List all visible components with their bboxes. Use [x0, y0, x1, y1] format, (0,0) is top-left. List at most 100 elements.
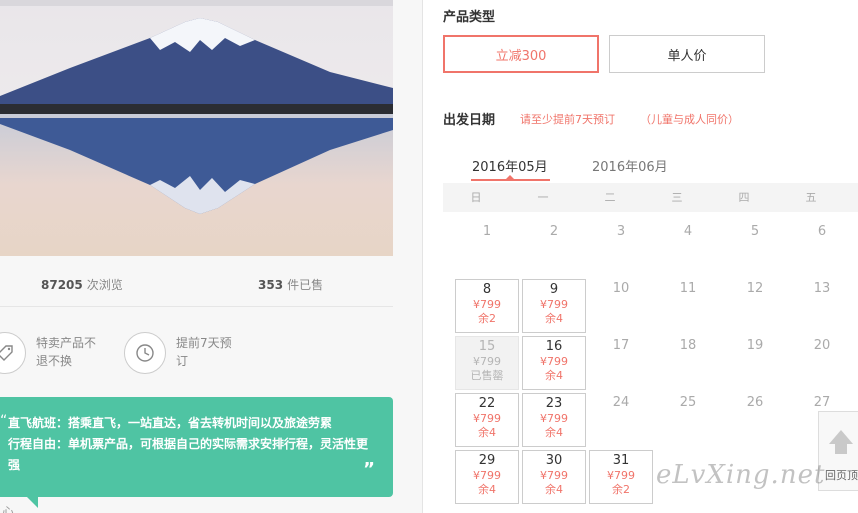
promo-below-text: 心: [2, 505, 15, 513]
close-quote-icon: ”: [363, 459, 375, 480]
active-month-caret-icon: [506, 175, 514, 179]
day-number: 25: [679, 395, 697, 410]
day-remaining: 余2: [478, 312, 496, 325]
weekday-label: 三: [671, 191, 683, 204]
views-stat: 87205 次浏览: [41, 278, 123, 292]
day-remaining: 已售罄: [470, 369, 504, 382]
divider: [0, 306, 393, 307]
day-price: ¥799: [473, 469, 501, 482]
calendar-day: 12: [723, 279, 787, 333]
day-price: ¥799: [540, 469, 568, 482]
tab-month-may[interactable]: 2016年05月: [472, 156, 548, 175]
day-number: 26: [746, 395, 764, 410]
day-remaining: 余4: [545, 426, 563, 439]
calendar-day: 25: [656, 393, 720, 447]
weekday-label: 日: [470, 191, 482, 204]
day-remaining: 余4: [478, 483, 496, 496]
type-option-single[interactable]: 单人价: [609, 35, 765, 73]
day-price: ¥799: [540, 412, 568, 425]
calendar-day: 11: [656, 279, 720, 333]
calendar-day: 19: [723, 336, 787, 390]
sold-stat: 353 件已售: [258, 278, 324, 292]
watermark: eLvXing.net: [656, 460, 826, 490]
day-number: 31: [612, 453, 630, 468]
day-number: 19: [746, 338, 764, 353]
promo-box: “ 直飞航班：搭乘直飞，一站直达，省去转机时间以及旅途劳累 行程自由：单机票产品…: [0, 397, 393, 497]
calendar-day-available[interactable]: 29 ¥799 余4: [455, 450, 519, 504]
day-number: 12: [746, 281, 764, 296]
type-option-discount[interactable]: 立减300: [443, 35, 599, 73]
booking-tip: 请至少提前7天预订: [520, 113, 615, 126]
tag-icon: [0, 332, 26, 374]
day-price: ¥799: [607, 469, 635, 482]
calendar-day: 2: [522, 222, 586, 276]
calendar-day-available[interactable]: 9 ¥799 余4: [522, 279, 586, 333]
calendar-day: 27: [790, 393, 854, 447]
promo-pointer: [26, 496, 38, 508]
calendar-day-available[interactable]: 8 ¥799 余2: [455, 279, 519, 333]
day-price: ¥799: [473, 298, 501, 311]
day-number: 30: [545, 453, 563, 468]
weekday-label: 四: [738, 191, 750, 204]
day-remaining: 余4: [478, 426, 496, 439]
day-number: 15: [478, 339, 496, 354]
day-number: 4: [683, 224, 693, 239]
product-stats: 87205 次浏览 353 件已售: [0, 270, 393, 296]
calendar-day-available[interactable]: 22 ¥799 余4: [455, 393, 519, 447]
calendar-day: 4: [656, 222, 720, 276]
day-number: 23: [545, 396, 563, 411]
promo-line-2: 行程自由：单机票产品，可根据自己的实际需求安排行程，灵活性更强: [8, 437, 369, 472]
day-number: 11: [679, 281, 697, 296]
calendar-day-available[interactable]: 31 ¥799 余2: [589, 450, 653, 504]
weekday-label: 二: [604, 191, 616, 204]
weekday-label: 五: [805, 191, 817, 204]
calendar-day: 1: [455, 222, 519, 276]
day-remaining: 余4: [545, 483, 563, 496]
calendar-day-available[interactable]: 23 ¥799 余4: [522, 393, 586, 447]
departure-date-title: 出发日期: [443, 113, 496, 128]
day-remaining: 余4: [545, 369, 563, 382]
calendar-day: 24: [589, 393, 653, 447]
calendar-day: 10: [589, 279, 653, 333]
tab-month-june[interactable]: 2016年06月: [592, 156, 668, 175]
day-remaining: 余4: [545, 312, 563, 325]
day-number: 17: [612, 338, 630, 353]
active-month-underline: [471, 179, 550, 181]
calendar-day-available[interactable]: 30 ¥799 余4: [522, 450, 586, 504]
day-number: 6: [817, 224, 827, 239]
promo-line-1: 直飞航班：搭乘直飞，一站直达，省去转机时间以及旅途劳累: [8, 416, 333, 430]
product-photo: [0, 0, 393, 256]
day-number: 1: [482, 224, 492, 239]
mount-fuji-image: [0, 0, 393, 256]
calendar-day: 6: [790, 222, 854, 276]
day-number: 22: [478, 396, 496, 411]
calendar-day: 26: [723, 393, 787, 447]
calendar-day: 3: [589, 222, 653, 276]
booking-panel: 产品类型 立减300 单人价 出发日期 请至少提前7天预订 （儿童与成人同价） …: [424, 0, 858, 513]
calendar-day-available[interactable]: 16 ¥799 余4: [522, 336, 586, 390]
day-remaining: 余2: [612, 483, 630, 496]
calendar-day: 20: [790, 336, 854, 390]
day-price: ¥799: [540, 298, 568, 311]
calendar-day: 18: [656, 336, 720, 390]
day-price: ¥799: [540, 355, 568, 368]
day-number: 27: [813, 395, 831, 410]
day-number: 24: [612, 395, 630, 410]
calendar-day: 17: [589, 336, 653, 390]
day-price: ¥799: [473, 355, 501, 368]
price-tip: （儿童与成人同价）: [640, 113, 739, 126]
clock-icon: [124, 332, 166, 374]
day-number: 16: [545, 339, 563, 354]
day-price: ¥799: [473, 412, 501, 425]
day-number: 5: [750, 224, 760, 239]
day-number: 20: [813, 338, 831, 353]
day-number: 18: [679, 338, 697, 353]
day-number: 13: [813, 281, 831, 296]
day-number: 10: [612, 281, 630, 296]
product-type-title: 产品类型: [443, 10, 496, 25]
weekday-label: 一: [537, 191, 549, 204]
day-number: 29: [478, 453, 496, 468]
product-info-panel: 87205 次浏览 353 件已售 特卖产品不退不换 提前7天预订 “ 直飞航班：搭…: [0, 0, 423, 513]
calendar-day-soldout: 15 ¥799 已售罄: [455, 336, 519, 390]
calendar-day: 13: [790, 279, 854, 333]
